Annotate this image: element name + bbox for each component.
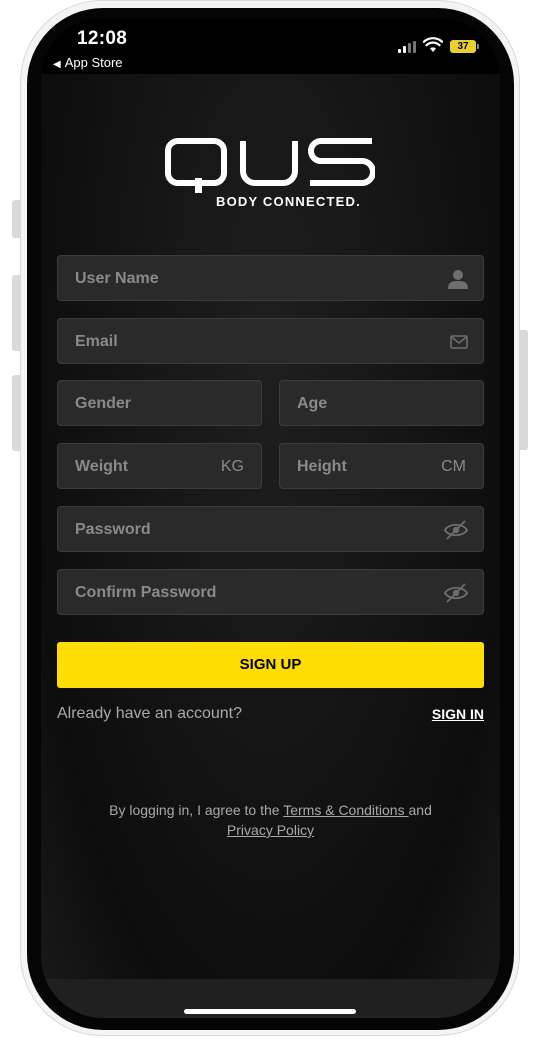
- already-have-account-text: Already have an account?: [57, 705, 243, 722]
- side-button: [12, 375, 20, 451]
- username-field[interactable]: User Name: [57, 255, 484, 301]
- height-placeholder: Height: [297, 458, 347, 475]
- weight-field[interactable]: Weight KG: [57, 443, 262, 489]
- legal-and: and: [408, 802, 432, 818]
- back-app-label: App Store: [64, 55, 123, 70]
- email-field[interactable]: Email: [57, 318, 484, 364]
- eye-off-icon[interactable]: [443, 582, 469, 604]
- password-field[interactable]: Password: [57, 506, 484, 552]
- signup-screen: BODY CONNECTED. User Name Email Gender A…: [41, 74, 500, 1018]
- age-placeholder: Age: [297, 395, 328, 412]
- privacy-policy-link[interactable]: Privacy Policy: [227, 822, 314, 838]
- bottom-bar: [41, 979, 500, 1018]
- weight-placeholder: Weight: [75, 458, 129, 475]
- password-placeholder: Password: [75, 521, 151, 538]
- side-button: [12, 200, 20, 238]
- confirm-password-placeholder: Confirm Password: [75, 584, 217, 601]
- gender-placeholder: Gender: [75, 395, 132, 412]
- user-icon: [448, 270, 468, 289]
- qus-logo: [165, 138, 375, 193]
- side-button: [12, 275, 20, 351]
- back-arrow-icon: ◀: [53, 59, 61, 70]
- gender-field[interactable]: Gender: [57, 380, 262, 426]
- side-button: [520, 330, 528, 450]
- email-placeholder: Email: [75, 333, 118, 350]
- status-bar: 12:08 ◀ App Store 37: [41, 18, 500, 74]
- height-field[interactable]: Height CM: [279, 443, 484, 489]
- wifi-icon: [423, 37, 443, 52]
- battery-tip: [477, 44, 479, 49]
- age-field[interactable]: Age: [279, 380, 484, 426]
- back-to-app-store-link[interactable]: ◀ App Store: [53, 55, 123, 70]
- signup-button[interactable]: SIGN UP: [57, 642, 484, 688]
- terms-link[interactable]: Terms & Conditions: [283, 802, 408, 818]
- weight-unit: KG: [220, 458, 244, 475]
- confirm-password-field[interactable]: Confirm Password: [57, 569, 484, 615]
- legal-prefix: By logging in, I agree to the: [109, 802, 284, 818]
- screen: 12:08 ◀ App Store 37 BODY CONNECTED. User…: [41, 18, 500, 1018]
- tagline: BODY CONNECTED.: [216, 194, 361, 209]
- eye-off-icon[interactable]: [443, 519, 469, 541]
- battery-icon: 37: [450, 40, 476, 53]
- height-unit: CM: [441, 458, 466, 475]
- status-time: 12:08: [77, 28, 128, 49]
- home-indicator[interactable]: [184, 1009, 356, 1014]
- username-placeholder: User Name: [75, 270, 159, 287]
- signin-link[interactable]: SIGN IN: [432, 706, 484, 722]
- mail-icon: [450, 335, 468, 349]
- legal-notice: By logging in, I agree to the Terms & Co…: [71, 800, 470, 840]
